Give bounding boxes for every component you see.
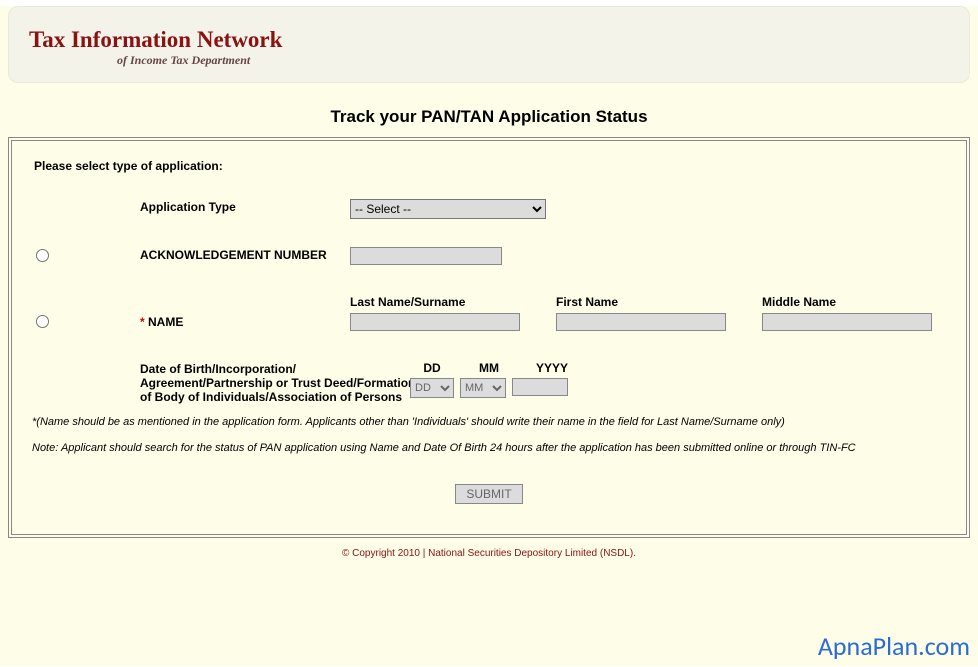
ack-row: ACKNOWLEDGEMENT NUMBER <box>30 247 948 267</box>
application-type-row: Application Type -- Select -- <box>30 199 948 219</box>
middle-name-input[interactable] <box>762 313 932 331</box>
ack-label: ACKNOWLEDGEMENT NUMBER <box>140 247 350 262</box>
first-name-header: First Name <box>556 295 726 309</box>
watermark: ApnaPlan.com <box>818 630 970 662</box>
section-label: Please select type of application: <box>34 159 948 173</box>
dob-row: Date of Birth/Incorporation/ Agreement/P… <box>30 361 948 404</box>
ack-input[interactable] <box>350 247 502 265</box>
form-panel: Please select type of application: Appli… <box>11 140 967 535</box>
name-radio[interactable] <box>36 315 49 328</box>
first-name-input[interactable] <box>556 313 726 331</box>
note-name: *(Name should be as mentioned in the app… <box>32 416 946 428</box>
submit-button[interactable]: SUBMIT <box>455 484 522 504</box>
yyyy-input[interactable] <box>512 378 568 396</box>
site-title: Tax Information Network <box>29 27 961 53</box>
mm-header: MM <box>466 361 512 375</box>
last-name-header: Last Name/Surname <box>350 295 520 309</box>
name-row: * NAME Last Name/Surname First Name <box>30 295 948 333</box>
mm-select[interactable]: MM <box>460 378 506 398</box>
site-subtitle: of Income Tax Department <box>117 53 961 68</box>
application-type-label: Application Type <box>140 199 350 214</box>
middle-name-header: Middle Name <box>762 295 932 309</box>
application-type-select[interactable]: -- Select -- <box>350 199 546 219</box>
note-search: Note: Applicant should search for the st… <box>32 442 946 454</box>
form-border-outer: Please select type of application: Appli… <box>8 137 970 538</box>
ack-radio[interactable] <box>36 249 49 262</box>
yyyy-header: YYYY <box>524 361 580 375</box>
page-heading: Track your PAN/TAN Application Status <box>0 107 978 127</box>
name-label: NAME <box>148 315 183 329</box>
last-name-input[interactable] <box>350 313 520 331</box>
required-star: * <box>140 315 148 329</box>
dd-header: DD <box>410 361 454 375</box>
header-banner: Tax Information Network of Income Tax De… <box>8 6 970 83</box>
dd-select[interactable]: DD <box>410 378 454 398</box>
footer-copyright: © Copyright 2010 | National Securities D… <box>0 538 978 563</box>
